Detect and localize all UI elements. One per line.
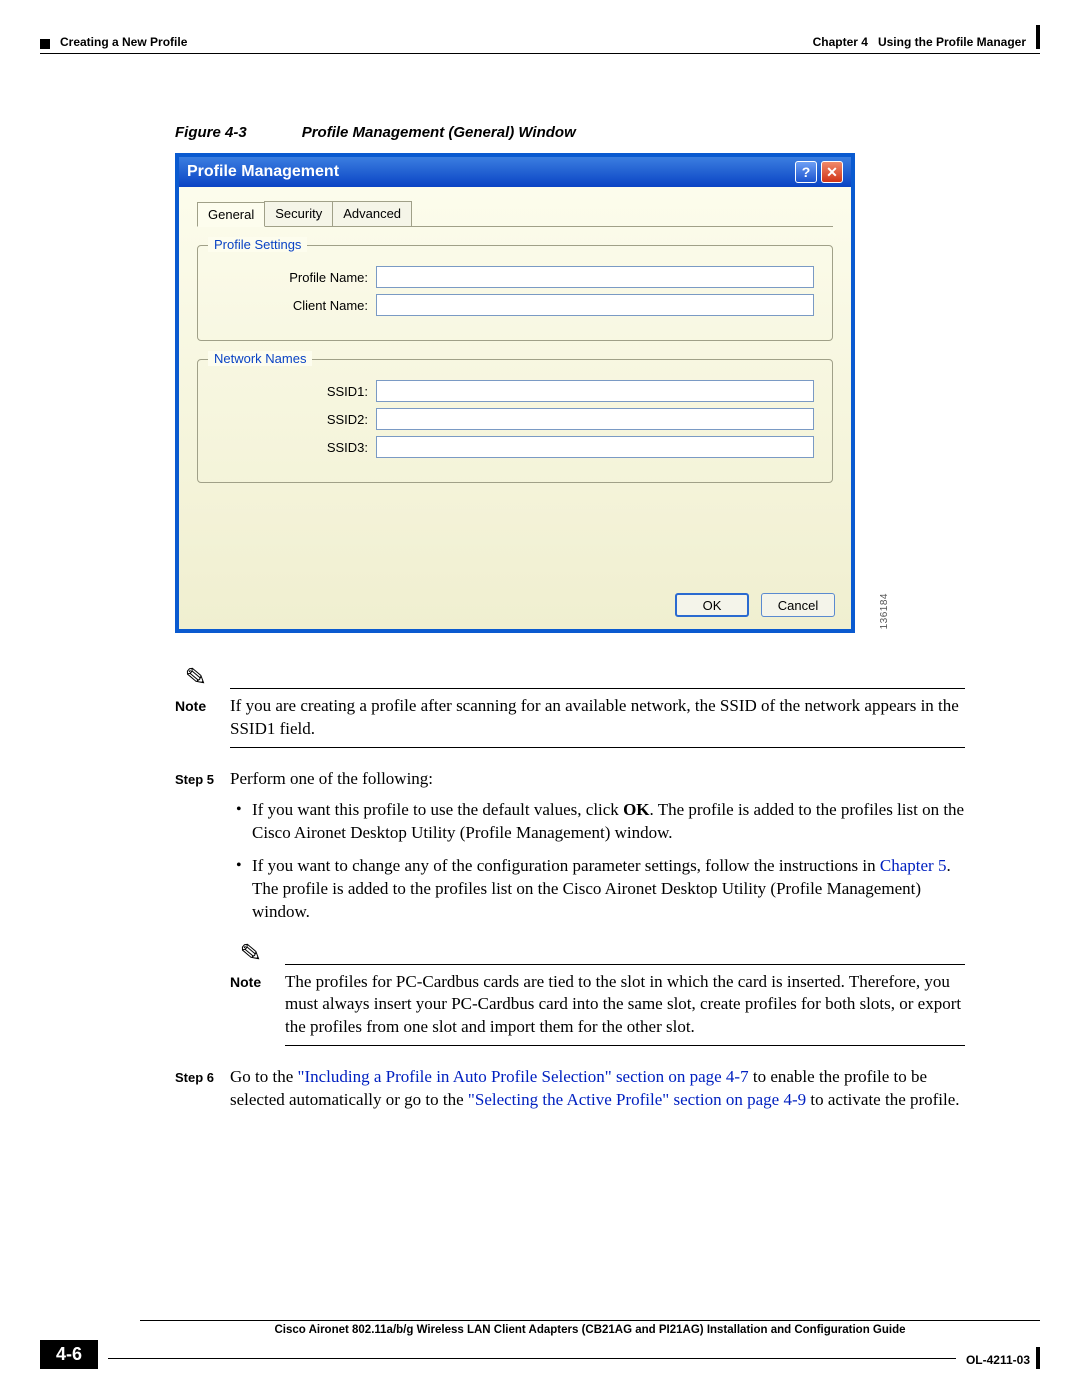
header-chapter-label: Chapter 4 <box>813 35 868 49</box>
header-rule <box>40 53 1040 54</box>
step6-label: Step 6 <box>175 1066 230 1112</box>
step5-bullet-1: If you want this profile to use the defa… <box>230 799 965 845</box>
footer-tick <box>1036 1347 1040 1369</box>
dialog-titlebar: Profile Management ? ✕ <box>179 157 851 187</box>
cancel-button[interactable]: Cancel <box>761 593 835 617</box>
profile-management-dialog: Profile Management ? ✕ General Security … <box>175 153 855 633</box>
active-profile-link[interactable]: "Selecting the Active Profile" section o… <box>468 1090 806 1109</box>
note-label: Note <box>175 695 230 741</box>
header-chapter-title: Using the Profile Manager <box>878 35 1026 49</box>
client-name-input[interactable] <box>376 294 814 316</box>
ssid2-label: SSID2: <box>216 412 376 427</box>
tab-security[interactable]: Security <box>264 201 333 226</box>
client-name-label: Client Name: <box>216 298 376 313</box>
ssid3-input[interactable] <box>376 436 814 458</box>
note-label: Note <box>230 971 285 1040</box>
tabstrip: General Security Advanced <box>197 201 833 227</box>
ssid1-input[interactable] <box>376 380 814 402</box>
network-names-group: Network Names SSID1: SSID2: SSID3: <box>197 359 833 483</box>
step6-body: Go to the "Including a Profile in Auto P… <box>230 1066 965 1112</box>
step5-label: Step 5 <box>175 768 230 934</box>
profile-settings-legend: Profile Settings <box>208 237 307 252</box>
profile-name-input[interactable] <box>376 266 814 288</box>
ssid1-label: SSID1: <box>216 384 376 399</box>
tab-general[interactable]: General <box>197 202 265 227</box>
doc-id: OL-4211-03 <box>966 1353 1030 1369</box>
profile-settings-group: Profile Settings Profile Name: Client Na… <box>197 245 833 341</box>
image-id: 136184 <box>879 593 890 629</box>
ssid3-label: SSID3: <box>216 440 376 455</box>
note-2: ✎ Note The profiles for PC-Cardbus cards… <box>230 964 965 1047</box>
figure-label: Figure 4-3 <box>175 124 247 141</box>
chapter5-link[interactable]: Chapter 5 <box>880 856 947 875</box>
close-button[interactable]: ✕ <box>821 161 843 183</box>
pencil-icon: ✎ <box>184 659 209 696</box>
page-number: 4-6 <box>40 1340 98 1369</box>
figure-caption: Profile Management (General) Window <box>302 124 576 141</box>
pencil-icon: ✎ <box>239 935 264 972</box>
profile-name-label: Profile Name: <box>216 270 376 285</box>
header-edge-rule <box>1036 25 1040 49</box>
auto-profile-link[interactable]: "Including a Profile in Auto Profile Sel… <box>298 1067 749 1086</box>
network-names-legend: Network Names <box>208 351 312 366</box>
step5-intro: Perform one of the following: <box>230 768 965 791</box>
ok-button[interactable]: OK <box>675 593 749 617</box>
step5-bullet-2: If you want to change any of the configu… <box>230 855 965 924</box>
note-1: ✎ Note If you are creating a profile aft… <box>175 688 965 748</box>
tab-advanced[interactable]: Advanced <box>332 201 412 226</box>
dialog-title: Profile Management <box>187 163 339 181</box>
note-text-2: The profiles for PC-Cardbus cards are ti… <box>285 971 965 1040</box>
header-marker <box>40 39 50 49</box>
note-text-1: If you are creating a profile after scan… <box>230 695 965 741</box>
header-section: Creating a New Profile <box>60 35 187 49</box>
footer-guide-title: Cisco Aironet 802.11a/b/g Wireless LAN C… <box>140 1324 1040 1336</box>
ssid2-input[interactable] <box>376 408 814 430</box>
help-button[interactable]: ? <box>795 161 817 183</box>
